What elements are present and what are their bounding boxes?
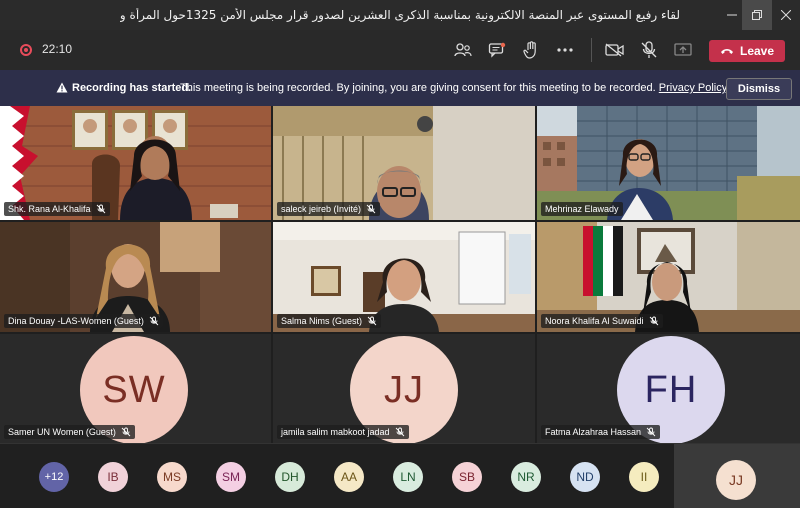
muted-icon <box>121 427 131 437</box>
banner-message: This meeting is being recorded. By joini… <box>180 82 727 94</box>
video-tile[interactable]: Mehrinaz Elawady <box>537 106 800 220</box>
restore-icon[interactable] <box>742 0 772 30</box>
mic-off-icon[interactable] <box>638 40 660 60</box>
share-screen-icon[interactable] <box>672 40 694 60</box>
muted-icon <box>96 204 105 214</box>
video-tile[interactable]: Dina Douay -LAS-Women (Guest) <box>0 222 271 332</box>
participant-name-label: Mehrinaz Elawady <box>541 202 623 216</box>
chat-icon[interactable] <box>486 40 508 60</box>
participant-name: Fatma Alzahraa Hassan <box>545 427 642 437</box>
participant-name-label: Dina Douay -LAS-Women (Guest) <box>4 314 163 328</box>
participant-name-label: Shk. Rana Al-Khalifa <box>4 202 110 216</box>
muted-icon <box>367 316 377 326</box>
phone-hangup-icon <box>720 49 733 54</box>
participant-name: Noora Khalifa Al Suwaidi <box>545 316 644 326</box>
participant-avatar[interactable]: IB <box>98 462 128 492</box>
video-tile[interactable]: Salma Nims (Guest) <box>273 222 535 332</box>
self-avatar: JJ <box>716 460 756 500</box>
muted-icon <box>366 204 376 214</box>
participant-name: Samer UN Women (Guest) <box>8 427 116 437</box>
recording-icon <box>20 44 32 56</box>
meeting-toolbar: 22:10 Leave <box>0 30 800 70</box>
overflow-participants-button[interactable]: +12 <box>39 462 69 492</box>
participant-strip: +12 IB MS SM DH AA LN SB NR ND II JJ <box>0 443 800 508</box>
video-tile[interactable]: Shk. Rana Al-Khalifa <box>0 106 271 220</box>
banner-title: Recording has started. <box>72 82 192 94</box>
participant-avatar[interactable]: ND <box>570 462 600 492</box>
participant-name-label: Salma Nims (Guest) <box>277 314 382 328</box>
leave-label: Leave <box>739 44 775 58</box>
participant-name: jamila salim mabkoot jadad <box>281 427 390 437</box>
avatar-tile[interactable]: SW Samer UN Women (Guest) <box>0 334 271 443</box>
participant-avatar[interactable]: SB <box>452 462 482 492</box>
video-tile[interactable]: Noora Khalifa Al Suwaidi <box>537 222 800 332</box>
toolbar-divider <box>591 38 592 62</box>
participant-name: saleck jeireb (Invité) <box>281 204 362 214</box>
self-view-tile[interactable]: JJ <box>674 444 800 508</box>
muted-icon <box>149 316 159 326</box>
participants-icon[interactable] <box>452 40 474 60</box>
participant-avatar[interactable]: NR <box>511 462 541 492</box>
video-tile[interactable]: saleck jeireb (Invité) <box>273 106 535 220</box>
participant-avatar[interactable]: MS <box>157 462 187 492</box>
participant-avatar[interactable]: LN <box>393 462 423 492</box>
window-title: لقاء رفيع المستوى عبر المنصة الالكترونية… <box>120 8 680 22</box>
recording-banner: Recording has started. This meeting is b… <box>0 70 800 106</box>
title-bar: لقاء رفيع المستوى عبر المنصة الالكترونية… <box>0 0 800 30</box>
avatar-tile[interactable]: FH Fatma Alzahraa Hassan <box>537 334 800 443</box>
participant-avatar[interactable]: DH <box>275 462 305 492</box>
more-options-icon[interactable] <box>554 40 576 60</box>
muted-icon <box>646 427 656 437</box>
privacy-policy-link[interactable]: Privacy Policy <box>659 82 727 94</box>
participant-name: Dina Douay -LAS-Women (Guest) <box>8 316 144 326</box>
close-icon[interactable] <box>772 0 800 30</box>
participant-name-label: Noora Khalifa Al Suwaidi <box>541 314 663 328</box>
participant-name-label: saleck jeireb (Invité) <box>277 202 381 216</box>
participant-avatar[interactable]: II <box>629 462 659 492</box>
video-grid: Shk. Rana Al-Khalifa saleck jeireb (Invi… <box>0 106 800 443</box>
avatar-tile[interactable]: JJ jamila salim mabkoot jadad <box>273 334 535 443</box>
leave-button[interactable]: Leave <box>709 40 785 62</box>
raise-hand-icon[interactable] <box>520 40 542 60</box>
participant-avatar[interactable]: AA <box>334 462 364 492</box>
participant-name: Salma Nims (Guest) <box>281 316 363 326</box>
dismiss-button[interactable]: Dismiss <box>726 78 792 100</box>
warning-icon <box>56 82 68 93</box>
participant-name: Shk. Rana Al-Khalifa <box>8 204 91 214</box>
camera-off-icon[interactable] <box>604 40 626 60</box>
participant-name: Mehrinaz Elawady <box>545 204 619 214</box>
participant-name-label: Samer UN Women (Guest) <box>4 425 135 439</box>
banner-message-text: This meeting is being recorded. By joini… <box>180 82 656 94</box>
participant-name-label: jamila salim mabkoot jadad <box>277 425 409 439</box>
meeting-timer: 22:10 <box>42 42 73 56</box>
participant-name-label: Fatma Alzahraa Hassan <box>541 425 661 439</box>
muted-icon <box>395 427 404 437</box>
participant-avatar[interactable]: SM <box>216 462 246 492</box>
muted-icon <box>649 316 658 326</box>
